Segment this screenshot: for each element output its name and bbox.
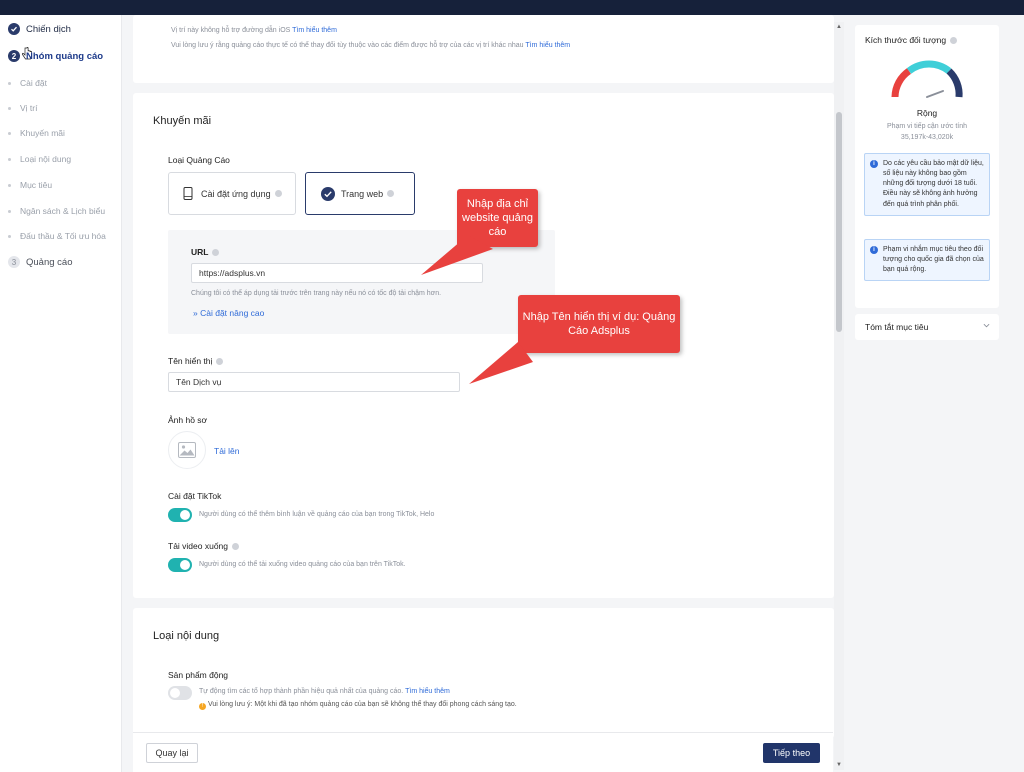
info-icon bbox=[212, 249, 220, 256]
scrollbar[interactable]: ▲ ▼ bbox=[834, 22, 844, 770]
dynamic-desc: Tự động tìm các tổ hợp thành phần hiệu q… bbox=[199, 688, 450, 695]
info-icon bbox=[950, 37, 958, 44]
scroll-down-icon[interactable]: ▼ bbox=[836, 762, 842, 768]
sidebar-item-promotion[interactable]: Khuyến mãi bbox=[8, 128, 65, 138]
check-circle-icon bbox=[321, 186, 335, 201]
callout-display-name: Nhập Tên hiển thị ví dụ: Quảng Cáo Adspl… bbox=[518, 295, 680, 353]
display-name-label: Tên hiển thị bbox=[168, 356, 224, 366]
main-content: Vị trí này không hỗ trợ đường dẫn iOS Tì… bbox=[123, 15, 845, 772]
targeting-summary[interactable]: Tóm tắt mục tiêu bbox=[855, 314, 999, 340]
step-label: Quảng cáo bbox=[26, 256, 73, 268]
sidebar-item-placement[interactable]: Vị trí bbox=[8, 103, 37, 113]
upload-link[interactable]: Tải lên bbox=[214, 446, 240, 456]
url-hint: Chúng tôi có thể áp dụng tải trước trên … bbox=[191, 290, 442, 297]
back-button[interactable]: Quay lại bbox=[146, 743, 198, 763]
learn-more-link[interactable]: Tìm hiểu thêm bbox=[405, 688, 450, 695]
scroll-up-icon[interactable]: ▲ bbox=[836, 24, 842, 30]
step-label: Chiến dịch bbox=[26, 23, 71, 35]
mobile-icon bbox=[183, 187, 193, 200]
sidebar: Chiến dịch 2 Nhóm quảng cáo Cài đặt Vị t… bbox=[0, 15, 122, 772]
audience-title: Kích thước đối tượng bbox=[865, 35, 958, 45]
reach-label: Phạm vi tiếp cận ước tính bbox=[886, 123, 968, 130]
dynamic-toggle[interactable] bbox=[168, 686, 192, 700]
step-ad-group[interactable]: 2 Nhóm quảng cáo bbox=[8, 50, 103, 62]
option-label: Trang web bbox=[341, 188, 384, 199]
learn-more-link[interactable]: Tìm hiểu thêm bbox=[525, 42, 570, 49]
info-icon bbox=[274, 190, 282, 197]
avatar-placeholder[interactable] bbox=[168, 431, 206, 469]
callout-name-pointer bbox=[469, 342, 533, 384]
double-chevron-icon: » bbox=[193, 308, 198, 318]
chevron-down-icon bbox=[983, 323, 990, 328]
placement-note: Vui lòng lưu ý rằng quảng cáo thực tế có… bbox=[171, 42, 571, 49]
download-desc: Người dùng có thể tải xuống video quảng … bbox=[199, 561, 406, 568]
info-icon bbox=[232, 543, 240, 550]
info-box-broad: i Phạm vi nhắm mục tiêu theo đối tượng c… bbox=[864, 239, 990, 282]
step-campaign[interactable]: Chiến dịch bbox=[8, 23, 71, 35]
display-name-input[interactable]: Tên Dịch vụ bbox=[168, 372, 460, 392]
content-type-card: Loại nội dung Sản phẩm động Tự động tìm … bbox=[133, 608, 834, 738]
url-label: URL bbox=[191, 247, 220, 257]
step-number: 3 bbox=[8, 256, 20, 268]
scrollbar-thumb[interactable] bbox=[836, 112, 842, 332]
option-app-install[interactable]: Cài đặt ứng dụng bbox=[168, 172, 296, 215]
gauge-value: Rộng bbox=[916, 108, 938, 118]
advanced-settings-link[interactable]: » Cài đặt nâng cao bbox=[193, 308, 264, 318]
download-toggle[interactable] bbox=[168, 558, 192, 572]
section-title: Loại nội dung bbox=[153, 630, 220, 642]
tiktok-comments-toggle[interactable] bbox=[168, 508, 192, 522]
info-box-privacy: i Do các yêu cầu bảo mật dữ liệu, số liệ… bbox=[864, 153, 990, 216]
top-bar bbox=[0, 0, 1024, 15]
audience-gauge bbox=[891, 60, 963, 98]
step-ad[interactable]: 3 Quảng cáo bbox=[8, 256, 72, 268]
tiktok-settings-label: Cài đặt TikTok bbox=[168, 491, 222, 501]
callout-url-pointer bbox=[421, 235, 493, 275]
dynamic-label: Sản phẩm động bbox=[168, 670, 229, 680]
footer-bar: Quay lại Tiếp theo bbox=[133, 732, 833, 772]
profile-image-label: Ảnh hồ sơ bbox=[168, 415, 208, 425]
learn-more-link[interactable]: Tìm hiểu thêm bbox=[292, 27, 337, 34]
next-button[interactable]: Tiếp theo bbox=[763, 743, 820, 763]
sidebar-item-bidding[interactable]: Đấu thầu & Tối ưu hóa bbox=[8, 231, 106, 241]
step-label: Nhóm quảng cáo bbox=[26, 50, 104, 62]
sidebar-item-settings[interactable]: Cài đặt bbox=[8, 78, 47, 88]
tiktok-settings-desc: Người dùng có thể thêm bình luận về quản… bbox=[199, 511, 435, 518]
download-label: Tải video xuống bbox=[168, 541, 240, 551]
audience-size-panel: Kích thước đối tượng Rộng Phạm vi tiếp c… bbox=[855, 25, 999, 308]
info-icon: i bbox=[870, 246, 878, 254]
section-title: Khuyến mãi bbox=[153, 115, 212, 127]
sidebar-item-targeting[interactable]: Mục tiêu bbox=[8, 180, 52, 190]
info-icon: i bbox=[870, 160, 878, 168]
option-label: Cài đặt ứng dụng bbox=[201, 188, 271, 199]
option-website[interactable]: Trang web bbox=[305, 172, 415, 215]
ios-note: Vị trí này không hỗ trợ đường dẫn iOS Tì… bbox=[171, 27, 337, 34]
sidebar-item-content-type[interactable]: Loại nội dung bbox=[8, 154, 71, 164]
check-icon bbox=[8, 23, 20, 35]
placement-card: Vị trí này không hỗ trợ đường dẫn iOS Tì… bbox=[133, 15, 834, 83]
ad-type-label: Loại Quảng Cáo bbox=[168, 155, 230, 165]
image-icon bbox=[178, 442, 196, 458]
info-icon bbox=[216, 358, 224, 365]
info-icon bbox=[387, 190, 395, 197]
step-number: 2 bbox=[8, 50, 20, 62]
sidebar-item-budget[interactable]: Ngân sách & Lịch biểu bbox=[8, 206, 105, 216]
warning-note: ! Vui lòng lưu ý: Một khi đã tạo nhóm qu… bbox=[199, 701, 517, 710]
reach-value: 35,197k-43,020k bbox=[900, 134, 954, 141]
warning-icon: ! bbox=[199, 703, 206, 710]
